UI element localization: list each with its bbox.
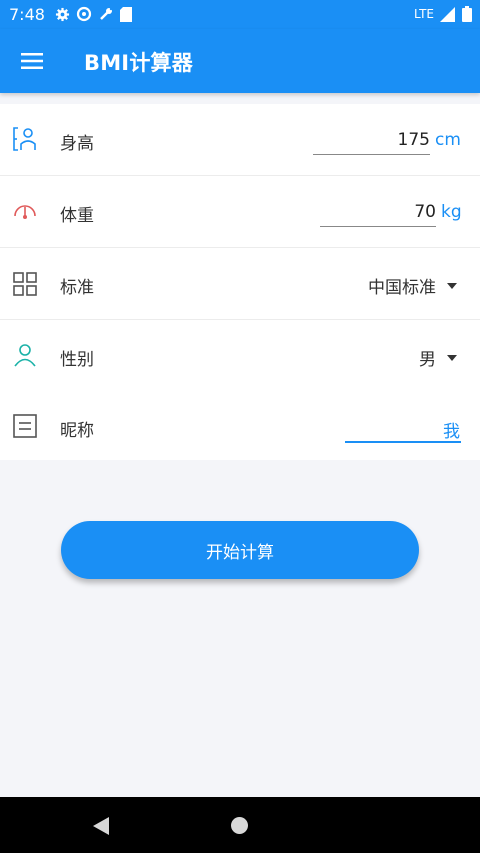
height-label: 身高 (60, 134, 94, 154)
grid-icon (13, 272, 37, 296)
weight-input[interactable]: 70 (326, 202, 436, 222)
gender-row[interactable]: 性别 男 (0, 320, 480, 391)
chevron-down-icon[interactable] (447, 283, 457, 289)
signal-icon (440, 6, 455, 22)
app-title: BMI计算器 (84, 51, 193, 75)
standard-label: 标准 (60, 278, 94, 298)
height-input[interactable]: 175 (320, 130, 430, 150)
status-icons-right: LTE (414, 6, 472, 22)
battery-icon (462, 6, 472, 22)
weight-label: 体重 (60, 206, 94, 226)
sd-card-icon (120, 6, 132, 22)
weight-unit: kg (441, 202, 462, 222)
start-calculate-button[interactable]: 开始计算 (61, 521, 419, 579)
data-saver-icon (76, 6, 92, 22)
menu-button[interactable] (12, 41, 52, 81)
app-bar: BMI计算器 (0, 29, 480, 93)
status-icons-left (55, 6, 132, 22)
weight-input-underline (320, 226, 436, 227)
gear-icon (55, 7, 70, 21)
height-unit: cm (435, 130, 461, 150)
bmi-form: 身高 175 cm 体重 70 kg 标准 中国标准 性别 男 昵称 我 (0, 104, 480, 460)
status-bar: 7:48 LTE (0, 0, 480, 29)
person-icon (14, 344, 36, 367)
network-type: LTE (414, 7, 434, 21)
nickname-input[interactable]: 我 (350, 417, 460, 442)
nav-bar (0, 797, 480, 853)
menu-icon (21, 53, 43, 69)
weight-row: 体重 70 kg (0, 176, 480, 247)
height-icon (13, 127, 36, 151)
status-time: 7:48 (9, 5, 45, 24)
note-icon (13, 414, 37, 438)
chevron-down-icon[interactable] (447, 355, 457, 361)
gauge-icon (14, 205, 36, 219)
home-circle-icon[interactable] (231, 817, 248, 834)
height-input-underline (313, 154, 430, 155)
standard-select[interactable]: 中国标准 (368, 273, 436, 298)
height-row: 身高 175 cm (0, 104, 480, 175)
gender-select[interactable]: 男 (419, 345, 436, 370)
nickname-input-underline (345, 441, 461, 443)
nickname-row: 昵称 我 (0, 391, 480, 462)
nickname-label: 昵称 (60, 421, 94, 441)
standard-row[interactable]: 标准 中国标准 (0, 248, 480, 319)
wrench-icon (100, 7, 113, 20)
back-triangle-icon[interactable] (92, 816, 110, 836)
gender-label: 性别 (60, 350, 94, 370)
